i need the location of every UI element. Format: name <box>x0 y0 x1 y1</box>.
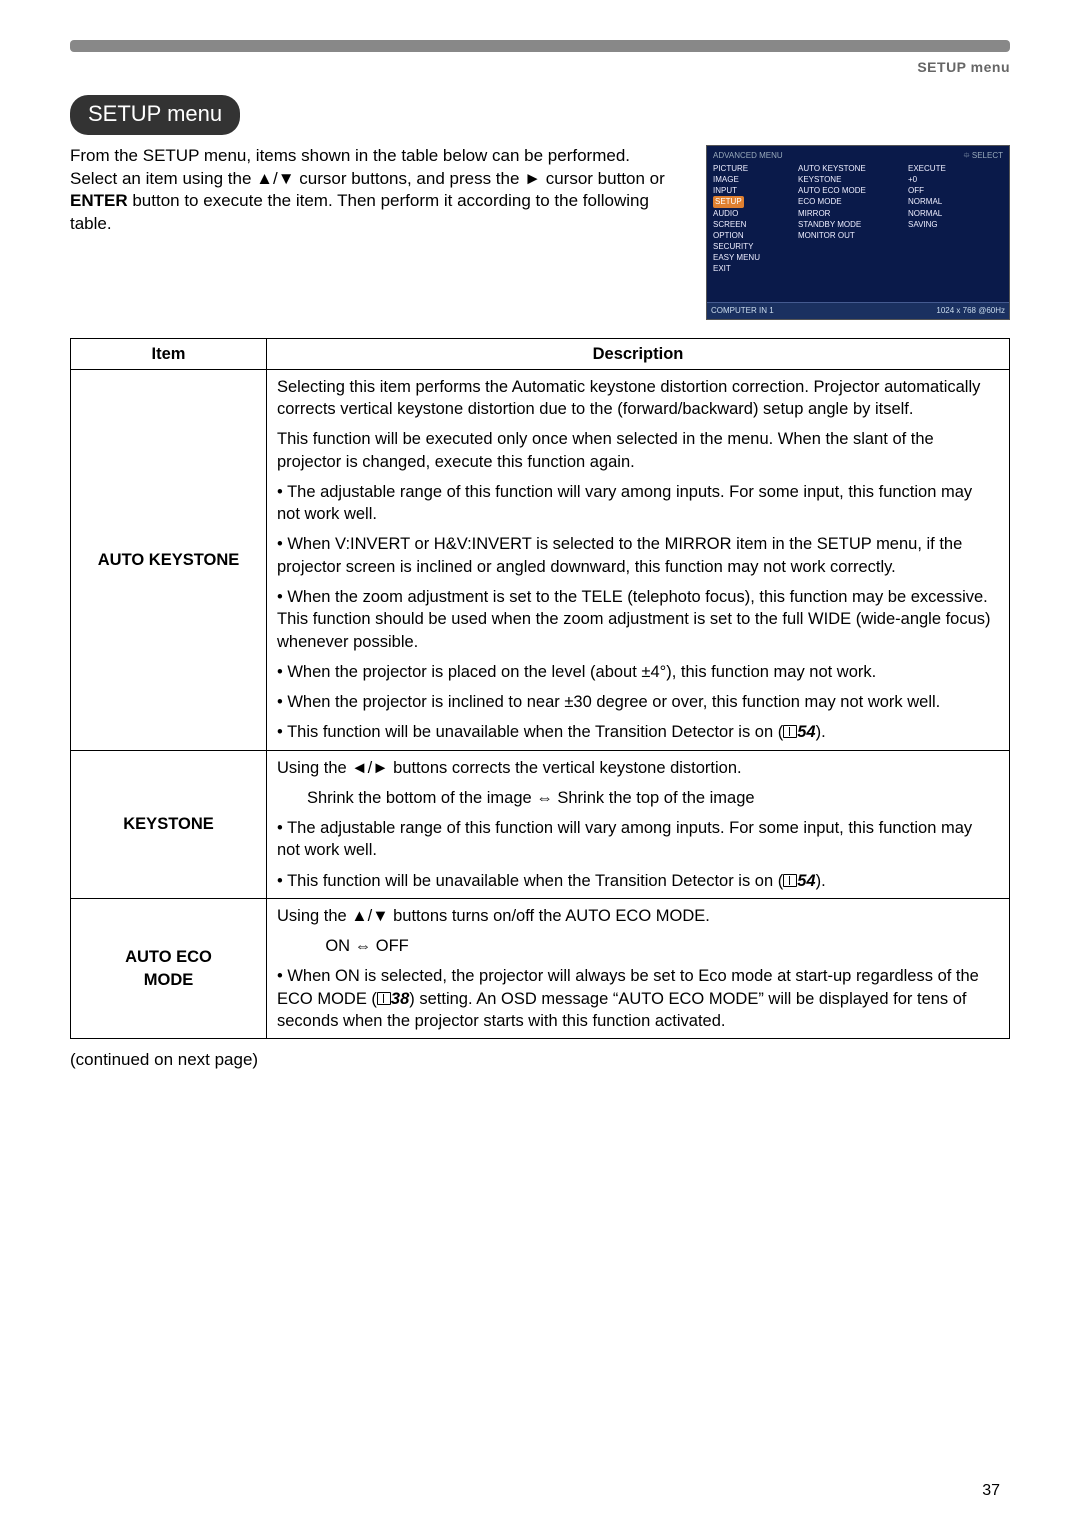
table-row-desc: Using the ▲/▼ buttons turns on/off the A… <box>267 898 1010 1038</box>
continued-note: (continued on next page) <box>70 1049 1010 1072</box>
col-header-item: Item <box>71 338 267 369</box>
table-row-desc: Selecting this item performs the Automat… <box>267 369 1010 750</box>
page-title: SETUP menu <box>70 95 240 135</box>
osd-left-col: PICTURE IMAGE INPUT SETUP AUDIO SCREEN O… <box>713 163 798 275</box>
table-row-item: KEYSTONE <box>71 750 267 898</box>
col-header-desc: Description <box>267 338 1010 369</box>
manual-icon <box>377 992 391 1005</box>
osd-foot-source: COMPUTER IN 1 <box>711 305 774 316</box>
intro-paragraph: From the SETUP menu, items shown in the … <box>70 145 686 320</box>
osd-title: ADVANCED MENU <box>713 150 783 161</box>
table-row-desc: Using the ◄/► buttons corrects the verti… <box>267 750 1010 898</box>
spec-table: Item Description AUTO KEYSTONESelecting … <box>70 338 1010 1040</box>
manual-icon <box>783 725 797 738</box>
osd-mid-col: AUTO KEYSTONE KEYSTONE AUTO ECO MODE ECO… <box>798 163 908 275</box>
table-row-item: AUTO ECOMODE <box>71 898 267 1038</box>
osd-select-label: ⯐ SELECT <box>964 150 1003 161</box>
manual-icon <box>783 874 797 887</box>
breadcrumb: SETUP menu <box>70 58 1010 77</box>
osd-screenshot: ADVANCED MENU ⯐ SELECT PICTURE IMAGE INP… <box>706 145 1010 320</box>
page-number: 37 <box>982 1480 1000 1502</box>
table-row-item: AUTO KEYSTONE <box>71 369 267 750</box>
top-accent-bar <box>70 40 1010 52</box>
osd-right-col: EXECUTE +0 OFF NORMAL NORMAL SAVING <box>908 163 1003 275</box>
osd-foot-res: 1024 x 768 @60Hz <box>936 305 1005 316</box>
